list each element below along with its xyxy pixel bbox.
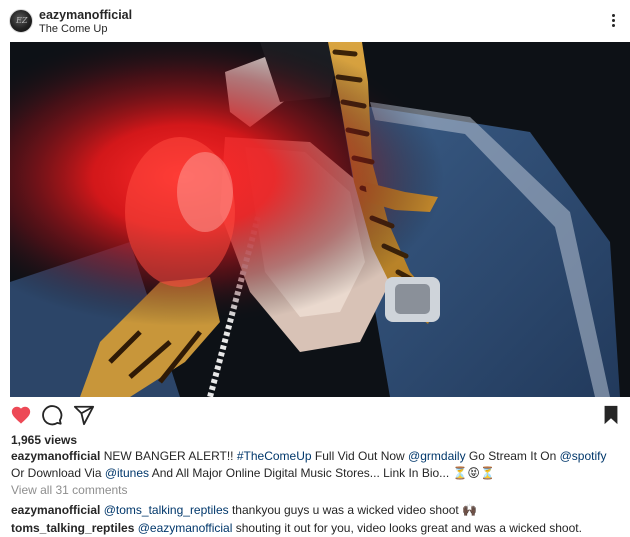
caption-mention-itunes[interactable]: @itunes xyxy=(105,466,149,480)
comment-mention[interactable]: @toms_talking_reptiles xyxy=(104,503,229,517)
caption-username[interactable]: eazymanofficial xyxy=(11,449,100,463)
comment-username[interactable]: eazymanofficial xyxy=(11,503,100,517)
action-bar xyxy=(0,397,630,433)
caption-hashtag[interactable]: #TheComeUp xyxy=(237,449,312,463)
avatar[interactable]: EZ xyxy=(9,9,33,33)
comment-mention[interactable]: @eazymanofficial xyxy=(138,521,233,535)
author-block: eazymanofficial The Come Up xyxy=(39,8,132,36)
view-all-comments-link[interactable]: View all 31 comments xyxy=(11,483,128,497)
heart-filled-icon[interactable] xyxy=(10,404,32,426)
comment-icon[interactable] xyxy=(41,404,63,426)
comment-item: toms_talking_reptiles @eazymanofficial s… xyxy=(11,521,582,535)
comment-text: shouting it out for you, video looks gre… xyxy=(232,521,582,535)
post-location[interactable]: The Come Up xyxy=(39,22,132,36)
views-count[interactable]: 1,965 views xyxy=(11,433,77,447)
caption-text-5: And All Major Online Digital Music Store… xyxy=(149,465,495,480)
bookmark-icon[interactable] xyxy=(600,404,622,426)
caption-mention-spotify[interactable]: @spotify xyxy=(560,449,607,463)
author-username[interactable]: eazymanofficial xyxy=(39,8,132,22)
caption-mention-grmdaily[interactable]: @grmdaily xyxy=(408,449,466,463)
comment-username[interactable]: toms_talking_reptiles xyxy=(11,521,134,535)
caption-text-1: NEW BANGER ALERT!! xyxy=(100,449,237,463)
comment-text: thankyou guys u was a wicked video shoot… xyxy=(228,503,478,517)
share-icon[interactable] xyxy=(73,404,95,426)
caption-text-4: Or Download Via xyxy=(11,465,105,480)
caption-text-3: Go Stream It On xyxy=(465,449,560,463)
video-frame-image xyxy=(10,42,630,397)
avatar-initials: EZ xyxy=(16,16,28,25)
more-options-icon[interactable] xyxy=(610,12,616,30)
post-video[interactable] xyxy=(10,42,630,397)
caption-text-2: Full Vid Out Now xyxy=(311,449,409,463)
post-caption: eazymanofficial NEW BANGER ALERT!! #TheC… xyxy=(11,448,621,481)
post-header: EZ eazymanofficial The Come Up xyxy=(0,0,630,42)
comment-item: eazymanofficial @toms_talking_reptiles t… xyxy=(11,503,477,517)
